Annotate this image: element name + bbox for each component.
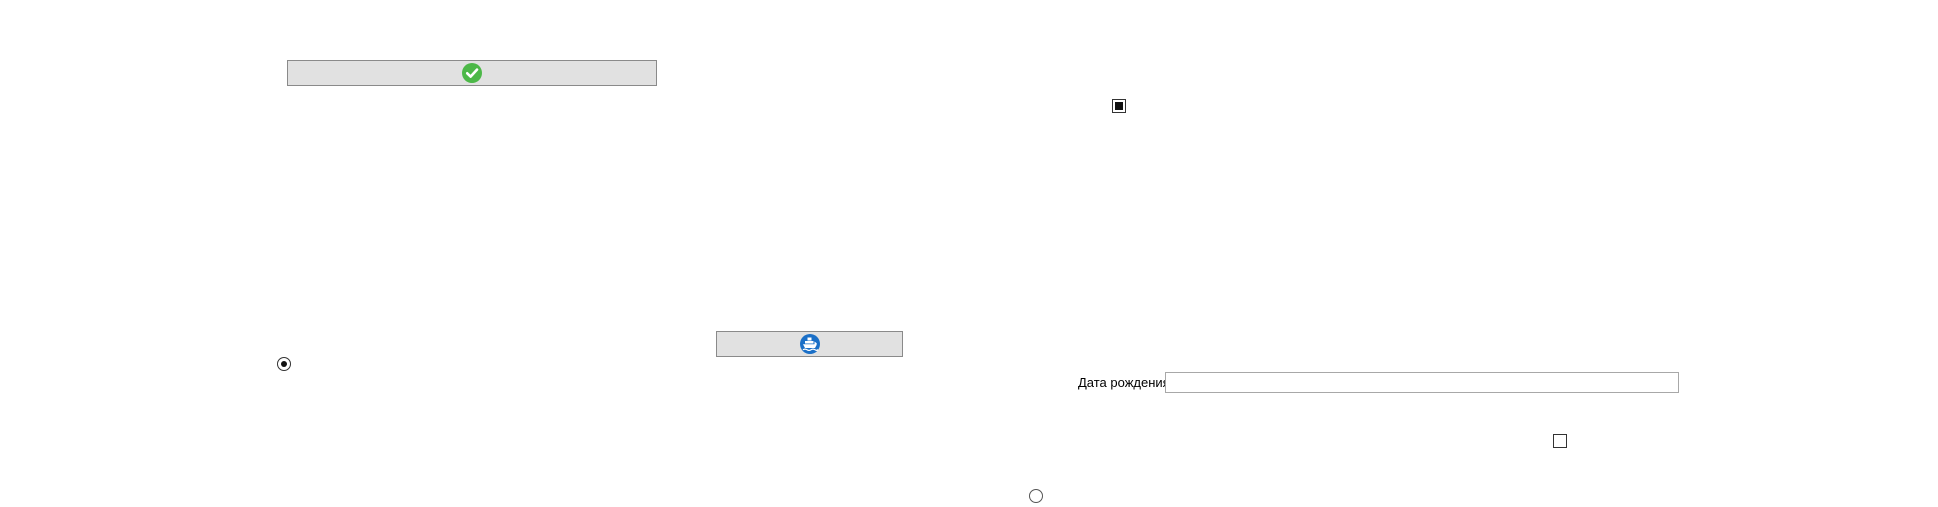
checkmark-icon xyxy=(461,62,483,84)
ship-button[interactable] xyxy=(716,331,903,357)
confirm-button[interactable] xyxy=(287,60,657,86)
checkbox-indeterminate[interactable] xyxy=(1112,99,1126,113)
ship-icon xyxy=(799,333,821,355)
radio-button-unselected[interactable] xyxy=(1029,489,1043,503)
birth-date-input[interactable] xyxy=(1165,372,1679,393)
radio-button-selected[interactable] xyxy=(277,357,291,371)
checkbox-unchecked[interactable] xyxy=(1553,434,1567,448)
birth-date-label: Дата рождения xyxy=(1078,375,1170,390)
